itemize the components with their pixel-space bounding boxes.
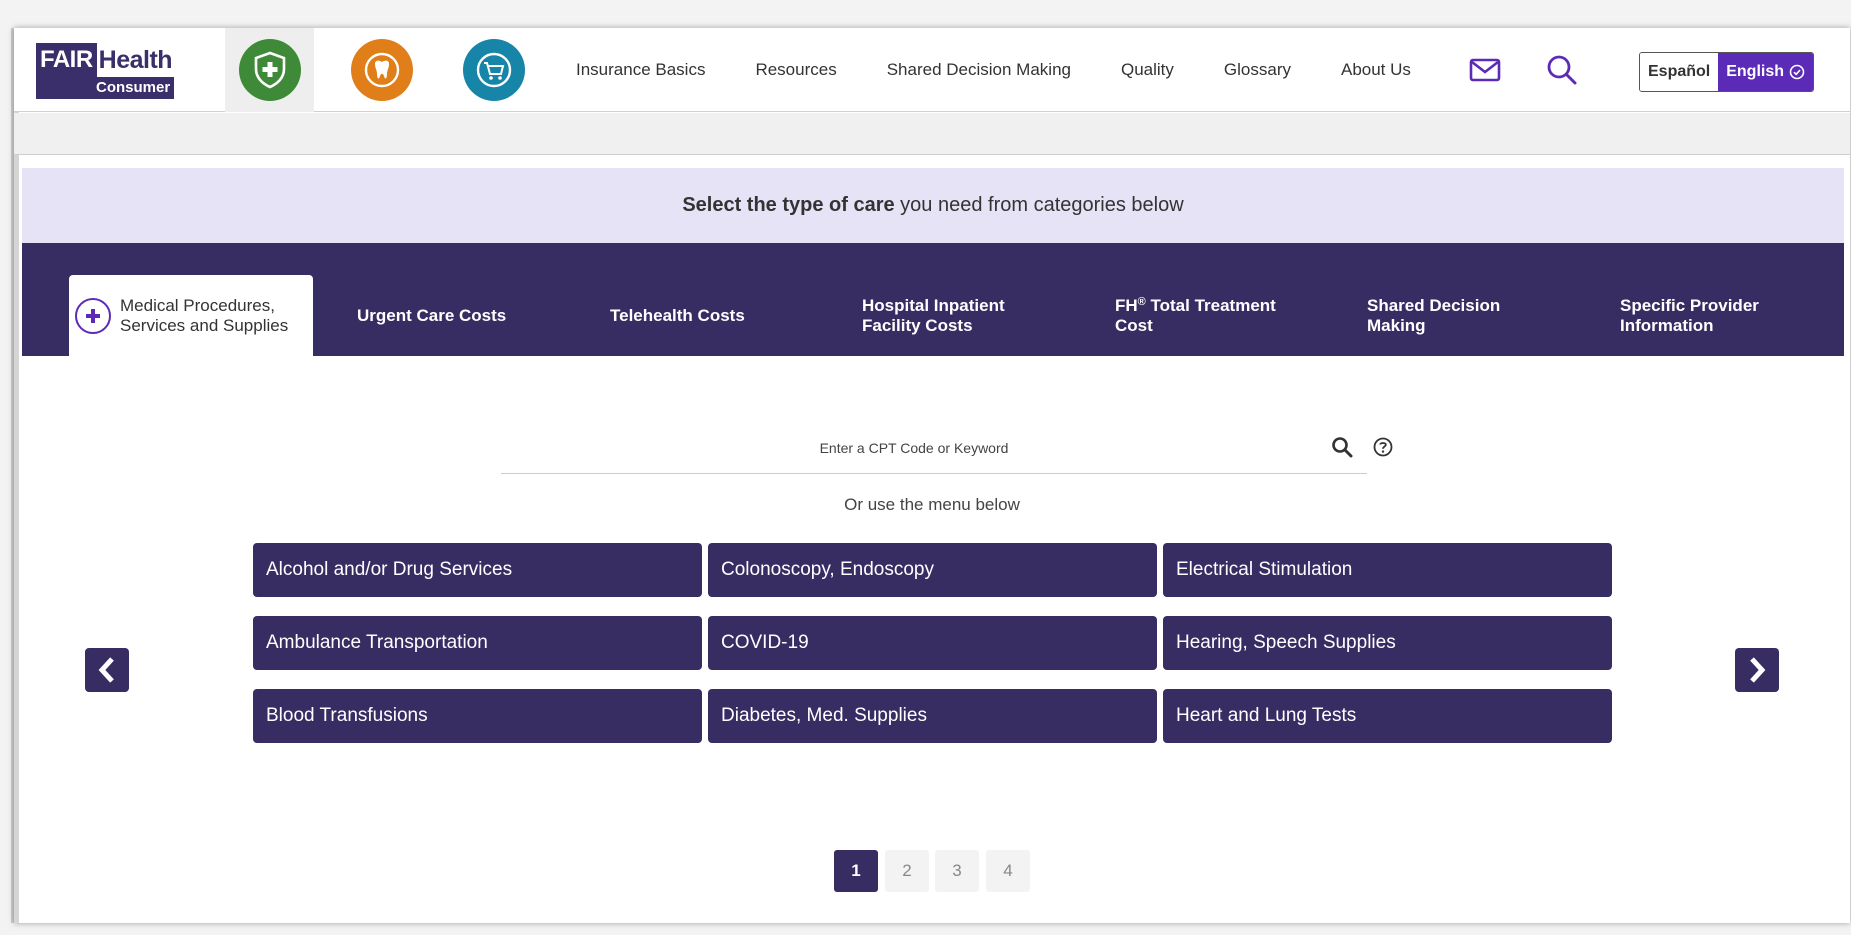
- search-icon[interactable]: [1542, 50, 1582, 90]
- nav-insurance-basics[interactable]: Insurance Basics: [576, 60, 705, 80]
- english-button[interactable]: English: [1718, 53, 1814, 91]
- main-nav: Insurance Basics Resources Shared Decisi…: [576, 28, 1461, 112]
- page-3-button[interactable]: 3: [935, 850, 979, 892]
- cart-insurance-tab[interactable]: [449, 28, 538, 112]
- tab-shared-decision[interactable]: Shared Decision Making: [1367, 275, 1500, 356]
- next-page-arrow[interactable]: [1735, 648, 1779, 692]
- secondary-bar: [14, 113, 1850, 155]
- category-heart-lung[interactable]: Heart and Lung Tests: [1163, 689, 1612, 743]
- band-rest-text: you need from categories below: [894, 194, 1184, 216]
- category-hearing-speech[interactable]: Hearing, Speech Supplies: [1163, 616, 1612, 670]
- page-2-button[interactable]: 2: [885, 850, 929, 892]
- browser-frame: FAIR Health Consumer Insurance Basics Re…: [14, 28, 1850, 923]
- tab-specific-provider[interactable]: Specific Provider Information: [1620, 275, 1759, 356]
- logo-fair-text: FAIR: [36, 43, 97, 77]
- tab-fh-line1: Total Treatment: [1145, 295, 1276, 315]
- tab-fh-registered: ®: [1137, 295, 1146, 308]
- tab-medical-line2: Services and Supplies: [120, 315, 289, 335]
- dental-tooth-icon: [350, 39, 413, 101]
- plus-circle-icon: [75, 297, 111, 334]
- site-header: FAIR Health Consumer Insurance Basics Re…: [14, 28, 1850, 112]
- nav-resources[interactable]: Resources: [755, 60, 836, 80]
- chevron-left-icon: [98, 657, 114, 683]
- previous-page-arrow[interactable]: [85, 648, 129, 692]
- category-prompt-band: Select the type of care you need from ca…: [22, 168, 1844, 243]
- fairhealth-logo[interactable]: FAIR Health Consumer: [36, 42, 182, 100]
- cpt-search-box: [501, 422, 1367, 474]
- nav-shared-decision-making[interactable]: Shared Decision Making: [887, 60, 1071, 80]
- help-circle-icon[interactable]: [1372, 436, 1394, 458]
- logo-health-text: Health: [98, 45, 173, 74]
- category-colonoscopy[interactable]: Colonoscopy, Endoscopy: [708, 543, 1157, 597]
- english-label: English: [1726, 63, 1785, 80]
- check-circle-icon: [1789, 64, 1805, 80]
- tab-provider-line1: Specific Provider: [1620, 295, 1759, 315]
- tab-provider-line2: Information: [1620, 315, 1714, 335]
- tab-fh-prefix: FH: [1115, 295, 1138, 315]
- nav-glossary[interactable]: Glossary: [1224, 60, 1291, 80]
- dental-insurance-tab[interactable]: [337, 28, 426, 112]
- medical-insurance-tab[interactable]: [225, 28, 314, 112]
- tab-urgent-label: Urgent Care Costs: [357, 305, 507, 325]
- nav-about-us[interactable]: About Us: [1341, 60, 1411, 80]
- chevron-right-icon: [1750, 657, 1766, 683]
- logo-sub-pad: [36, 77, 92, 99]
- tab-medical-line1: Medical Procedures,: [120, 295, 275, 315]
- tab-hospital-inpatient[interactable]: Hospital Inpatient Facility Costs: [862, 275, 1005, 356]
- medical-shield-icon: [238, 39, 301, 101]
- care-type-tabs: Medical Procedures, Services and Supplie…: [22, 243, 1844, 356]
- language-switcher: Español English: [1639, 52, 1815, 92]
- tab-medical-procedures[interactable]: Medical Procedures, Services and Supplie…: [69, 275, 313, 356]
- tab-hospital-line1: Hospital Inpatient: [862, 295, 1005, 315]
- tab-fh-line2: Cost: [1115, 315, 1153, 335]
- tab-hospital-line2: Facility Costs: [862, 315, 973, 335]
- tab-telehealth-label: Telehealth Costs: [610, 305, 745, 325]
- logo-consumer-text: Consumer: [92, 77, 175, 99]
- category-covid-19[interactable]: COVID-19: [708, 616, 1157, 670]
- cpt-search-input[interactable]: [501, 439, 1367, 456]
- tab-urgent-care[interactable]: Urgent Care Costs: [357, 275, 506, 356]
- or-use-menu-text: Or use the menu below: [844, 495, 1020, 514]
- search-submit-icon[interactable]: [1329, 434, 1355, 460]
- cart-icon: [462, 39, 525, 101]
- page-1-button[interactable]: 1: [834, 850, 878, 892]
- tab-sdm-line1: Shared Decision: [1367, 295, 1501, 315]
- category-electrical-stimulation[interactable]: Electrical Stimulation: [1163, 543, 1612, 597]
- category-blood-transfusions[interactable]: Blood Transfusions: [253, 689, 702, 743]
- nav-quality[interactable]: Quality: [1121, 60, 1174, 80]
- tab-sdm-line2: Making: [1367, 315, 1426, 335]
- page-4-button[interactable]: 4: [986, 850, 1030, 892]
- category-diabetes[interactable]: Diabetes, Med. Supplies: [708, 689, 1157, 743]
- tab-telehealth[interactable]: Telehealth Costs: [610, 275, 745, 356]
- spanish-button[interactable]: Español: [1640, 53, 1719, 91]
- band-bold-text: Select the type of care: [682, 194, 895, 216]
- category-ambulance[interactable]: Ambulance Transportation: [253, 616, 702, 670]
- mail-icon[interactable]: [1465, 50, 1505, 90]
- category-alcohol-drug[interactable]: Alcohol and/or Drug Services: [253, 543, 702, 597]
- tab-fh-total-treatment[interactable]: FH® Total Treatment Cost: [1115, 275, 1276, 356]
